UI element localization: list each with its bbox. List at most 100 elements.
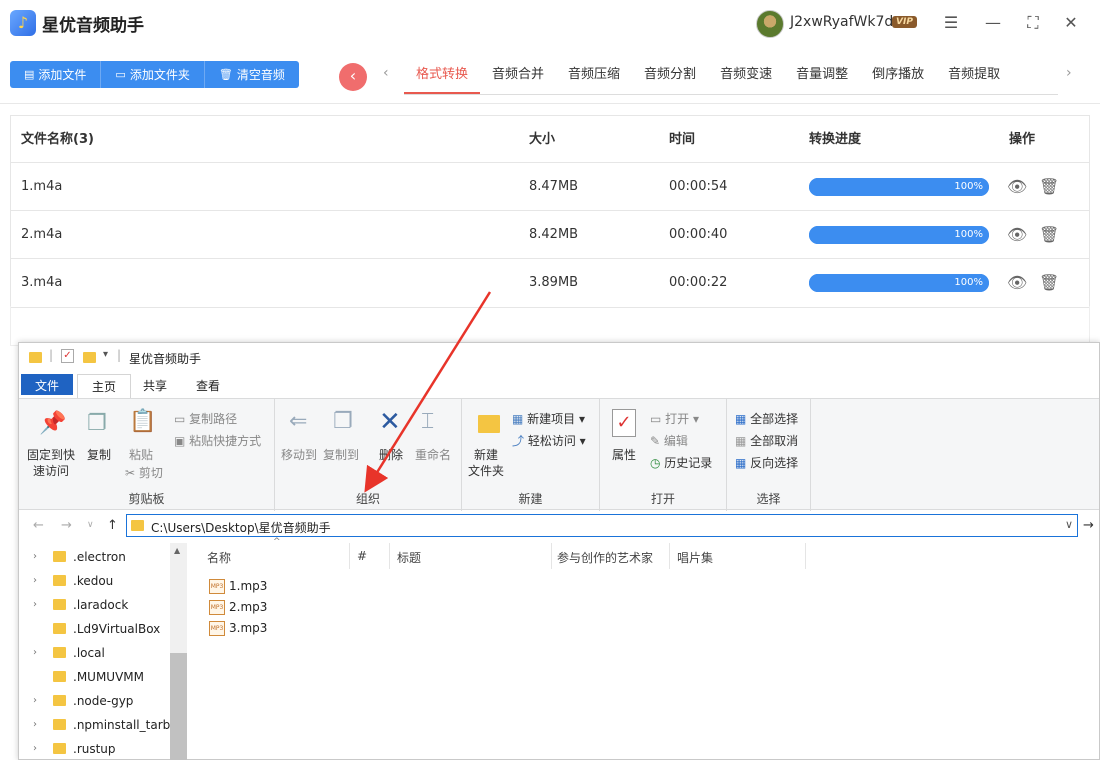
move-to-button[interactable]: 移动到: [281, 446, 317, 463]
chevron-right-icon[interactable]: ›: [33, 689, 37, 713]
go-arrow-icon[interactable]: →: [1083, 518, 1094, 533]
col-separator[interactable]: [389, 543, 390, 569]
properties-icon: ✓: [612, 409, 636, 437]
tab-file[interactable]: 文件: [21, 374, 74, 395]
close-icon[interactable]: ✕: [1060, 12, 1082, 34]
mp3-file-icon: MP3: [209, 600, 225, 615]
open-button[interactable]: ▭ 打开 ▾: [650, 410, 699, 427]
scroll-up-icon[interactable]: ▲: [174, 546, 180, 555]
invert-select-button[interactable]: ▦ 反向选择: [735, 454, 798, 471]
select-all-button[interactable]: ▦ 全部选择: [735, 410, 798, 427]
delete-trash-icon[interactable]: 🗑: [1039, 225, 1059, 244]
easy-access-label: 轻松访问: [527, 434, 576, 448]
chevron-right-icon[interactable]: ›: [33, 641, 37, 665]
tab-home[interactable]: 主页: [77, 374, 132, 398]
delete-trash-icon[interactable]: 🗑: [1039, 273, 1059, 292]
rename-button[interactable]: 重命名: [415, 446, 451, 463]
collapse-button[interactable]: ‹: [339, 63, 367, 91]
clear-audio-label: 清空音频: [236, 68, 285, 82]
copy-path-button[interactable]: ▭ 复制路径: [174, 410, 237, 427]
tabs-next-icon[interactable]: ›: [1066, 65, 1072, 81]
new-folder-quick-icon[interactable]: [83, 352, 96, 363]
ribbon: 📌 固定到快 速访问 ❐ 复制 📋 粘贴 ▭ 复制路径 ▣ 粘贴快捷方式 ✂ 剪…: [19, 398, 1099, 511]
minimize-icon[interactable]: —: [982, 12, 1004, 34]
forward-icon[interactable]: →: [61, 518, 72, 533]
new-item-button[interactable]: ▦ 新建项目 ▾: [512, 410, 585, 427]
divider: [0, 103, 1100, 104]
maximize-icon[interactable]: ⛶: [1022, 12, 1044, 34]
delete-trash-icon[interactable]: 🗑: [1039, 177, 1059, 196]
chevron-right-icon[interactable]: ›: [33, 737, 37, 760]
tab-5[interactable]: 音量调整: [784, 58, 860, 94]
separator: |: [117, 348, 122, 362]
select-label: 选择: [756, 492, 781, 506]
properties-button[interactable]: 属性: [612, 446, 636, 463]
preview-eye-icon[interactable]: 👁: [1007, 225, 1027, 244]
tabs-prev-icon[interactable]: ‹: [383, 65, 389, 81]
pin-line2[interactable]: 速访问: [33, 462, 69, 479]
col-header-title[interactable]: 标题: [397, 549, 421, 566]
properties-quick-icon[interactable]: ✓: [61, 349, 74, 363]
pin-line1[interactable]: 固定到快: [27, 446, 75, 463]
easy-access-button[interactable]: ⤴ 轻松访问 ▾: [512, 432, 586, 449]
separator: |: [49, 348, 54, 362]
clear-audio-button[interactable]: 🗑 清空音频: [204, 61, 299, 88]
paste-button[interactable]: 粘贴: [129, 446, 153, 463]
address-bar[interactable]: C:\Users\Desktop\星优音频助手 ∨: [126, 514, 1078, 537]
progress-bar: 100%: [809, 178, 989, 196]
recent-dropdown-icon[interactable]: ∨: [87, 520, 94, 530]
col-header-num[interactable]: #: [357, 549, 367, 563]
address-dropdown-icon[interactable]: ∨: [1065, 518, 1073, 531]
back-icon[interactable]: ←: [33, 518, 44, 533]
tab-3[interactable]: 音频分割: [632, 58, 708, 94]
file-item-label: 3.mp3: [229, 621, 268, 635]
username[interactable]: J2xwRyafWk7d: [790, 14, 893, 30]
edit-button[interactable]: ✎ 编辑: [650, 432, 688, 449]
cut-button[interactable]: ✂ 剪切: [125, 464, 163, 481]
copy-button[interactable]: 复制: [87, 446, 111, 463]
chevron-right-icon[interactable]: ›: [33, 545, 37, 569]
file-item-label: 2.mp3: [229, 600, 268, 614]
history-button[interactable]: ◷ 历史记录: [650, 454, 712, 471]
group-open: ✓ 属性 ▭ 打开 ▾ ✎ 编辑 ◷ 历史记录 打开: [600, 399, 727, 511]
avatar[interactable]: [756, 10, 784, 38]
toolbar: ▤ 添加文件 ▭ 添加文件夹 🗑 清空音频: [10, 61, 299, 88]
copy-to-button[interactable]: 复制到: [323, 446, 359, 463]
settings-icon[interactable]: ☰: [940, 12, 962, 34]
new-folder-line2[interactable]: 文件夹: [468, 462, 504, 479]
select-none-button[interactable]: ▦ 全部取消: [735, 432, 798, 449]
chevron-right-icon[interactable]: ›: [33, 593, 37, 617]
delete-button[interactable]: 删除: [379, 446, 403, 463]
col-separator[interactable]: [805, 543, 806, 569]
tab-1[interactable]: 音频合并: [480, 58, 556, 94]
col-separator[interactable]: [669, 543, 670, 569]
file-icon: ▤: [24, 68, 35, 81]
chevron-right-icon[interactable]: ›: [33, 713, 37, 737]
col-header-artist[interactable]: 参与创作的艺术家: [557, 549, 653, 566]
tree-scroll-thumb[interactable]: [170, 653, 187, 760]
paste-shortcut-button[interactable]: ▣ 粘贴快捷方式: [174, 432, 261, 449]
tab-7[interactable]: 音频提取: [936, 58, 1012, 94]
add-file-button[interactable]: ▤ 添加文件: [10, 61, 102, 88]
tab-view[interactable]: 查看: [182, 374, 234, 398]
preview-eye-icon[interactable]: 👁: [1007, 177, 1027, 196]
chevron-right-icon[interactable]: ›: [33, 569, 37, 593]
up-icon[interactable]: ↑: [107, 518, 118, 533]
tab-6[interactable]: 倒序播放: [860, 58, 936, 94]
col-header-name[interactable]: 名称: [207, 549, 231, 566]
col-separator[interactable]: [349, 543, 350, 569]
quick-access-dropdown-icon[interactable]: ▾: [103, 349, 108, 360]
preview-eye-icon[interactable]: 👁: [1007, 273, 1027, 292]
new-folder-line1[interactable]: 新建: [474, 446, 498, 463]
chevron-left-icon: ‹: [349, 66, 357, 85]
add-folder-button[interactable]: ▭ 添加文件夹: [101, 61, 205, 88]
navigation-tree: › .electron › .kedou › .laradock .Ld9VirtualBo…: [19, 543, 187, 760]
tab-4[interactable]: 音频变速: [708, 58, 784, 94]
add-file-label: 添加文件: [38, 68, 87, 82]
tab-share[interactable]: 共享: [129, 374, 181, 398]
col-header-album[interactable]: 唱片集: [677, 549, 713, 566]
tab-0[interactable]: 格式转换: [404, 58, 481, 94]
tab-2[interactable]: 音频压缩: [556, 58, 632, 94]
col-separator[interactable]: [551, 543, 552, 569]
clipboard-label: 剪贴板: [128, 492, 165, 506]
